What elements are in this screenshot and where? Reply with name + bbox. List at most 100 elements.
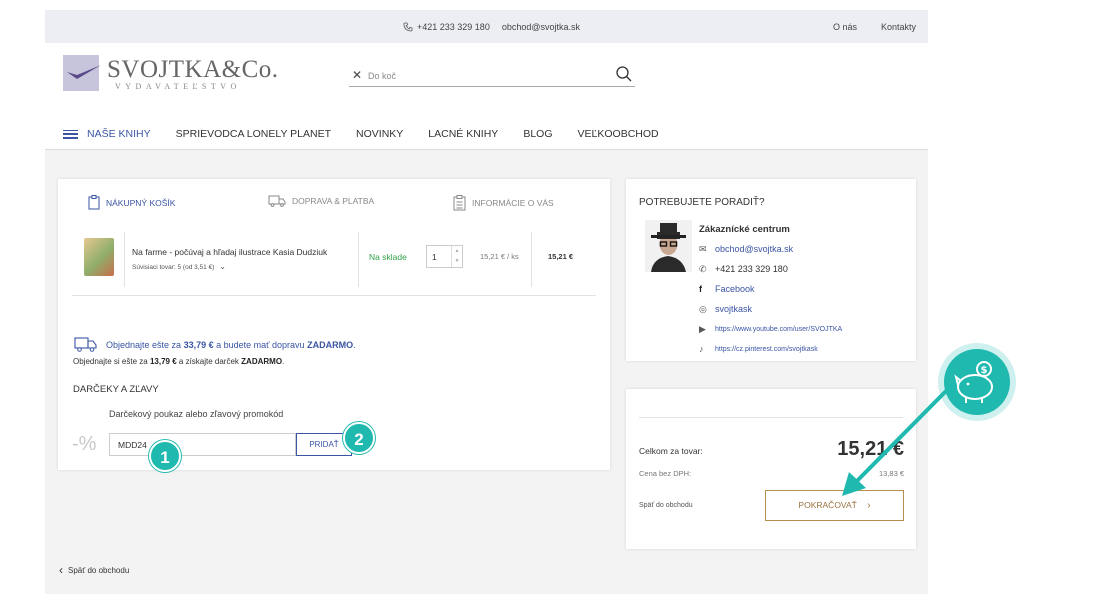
help-phone[interactable]: +421 233 329 180 <box>715 264 788 274</box>
nav-item-blog[interactable]: BLOG <box>523 128 552 140</box>
top-links: O nás Kontakty <box>833 22 916 32</box>
help-card: POTREBUJETE PORADIŤ? Zákaznícké centrum … <box>626 179 916 361</box>
help-instagram-row: ◎ svojtkask <box>699 299 842 319</box>
youtube-link[interactable]: https://www.youtube.com/user/SVOJTKA <box>715 326 842 333</box>
callout-badge-2: 2 <box>343 422 375 454</box>
phone-icon: ✆ <box>699 263 707 274</box>
divider <box>124 232 125 287</box>
search-icon[interactable] <box>615 65 633 83</box>
unit-price: 15,21 € / ks <box>480 252 519 261</box>
main-nav: NAŠE KNIHY SPRIEVODCA LONELY PLANET NOVI… <box>63 128 684 140</box>
search-bar: ✕ Do koč <box>349 65 635 87</box>
logo-text: SVOJTKA&Co. VYDAVATEĽSTVO <box>107 56 279 91</box>
gift-middle: a získajte darček <box>178 357 239 366</box>
facebook-link[interactable]: Facebook <box>715 284 755 294</box>
percent-icon: -% <box>72 433 97 455</box>
clear-search-icon[interactable]: ✕ <box>352 68 362 82</box>
divider <box>72 295 596 296</box>
truck-icon <box>268 195 286 207</box>
divider <box>358 232 359 287</box>
top-contact: +421 233 329 180 obchod@svojtka.sk <box>403 22 580 32</box>
shipping-free: ZADARMO <box>307 339 354 350</box>
divider <box>531 232 532 287</box>
total-label: Celkom za tovar: <box>639 446 703 456</box>
product-thumbnail[interactable] <box>84 238 114 276</box>
clipboard-icon <box>88 195 100 210</box>
step-shipping[interactable]: DOPRAVA & PLATBA <box>268 195 374 207</box>
top-bar: +421 233 329 180 obchod@svojtka.sk O nás… <box>45 10 928 43</box>
shipping-amount: 33,79 € <box>183 339 214 350</box>
step-info-label: INFORMÁCIE O VÁS <box>472 198 554 208</box>
top-phone[interactable]: +421 233 329 180 <box>417 22 490 32</box>
shipping-end: . <box>353 339 356 350</box>
instagram-link[interactable]: svojtkask <box>715 304 752 314</box>
gift-prefix: Objednajte si ešte za <box>73 357 148 366</box>
gift-message: Objednajte si ešte za 13,79 € a získajte… <box>73 357 284 366</box>
gift-free: ZADARMO <box>241 357 283 366</box>
stock-status: Na sklade <box>369 252 407 262</box>
nav-item-lacne-knihy[interactable]: LACNÉ KNIHY <box>428 128 498 140</box>
step-info[interactable]: INFORMÁCIE O VÁS <box>453 195 554 211</box>
chevron-left-icon: ‹ <box>59 563 63 577</box>
back-to-shop-small[interactable]: Späť do obchodu <box>639 502 693 509</box>
search-input[interactable]: Do koč <box>368 71 396 81</box>
help-facebook-row: f Facebook <box>699 279 842 299</box>
related-text: Súvisiaci tovar: 5 (od 3,51 €) <box>132 264 215 271</box>
pinterest-link[interactable]: https://cz.pinterest.com/svojtkask <box>715 346 818 353</box>
nav-item-novinky[interactable]: NOVINKY <box>356 128 403 140</box>
free-shipping-message: Objednajte ešte za 33,79 € a budete mať … <box>74 337 356 352</box>
gift-end: . <box>282 357 285 366</box>
help-pinterest-row: ♪ https://cz.pinterest.com/svojtkask <box>699 339 842 359</box>
product-title[interactable]: Na farme - počúvaj a hľadaj ilustrace Ka… <box>132 247 327 257</box>
cart-card: NÁKUPNÝ KOŠÍK DOPRAVA & PLATBA INFORMÁCI… <box>58 179 610 470</box>
logo[interactable]: SVOJTKA&Co. VYDAVATEĽSTVO <box>63 55 279 91</box>
avatar <box>645 220 692 272</box>
piggy-bank-icon: $ <box>944 349 1010 415</box>
nav-item-velkoobchod[interactable]: VEĽKOOBCHOD <box>578 128 659 140</box>
callout-badge-1: 1 <box>149 440 181 472</box>
nav-item-lonely-planet[interactable]: SPRIEVODCA LONELY PLANET <box>176 128 331 140</box>
logo-name: SVOJTKA&Co. <box>107 55 279 83</box>
step-cart[interactable]: NÁKUPNÝ KOŠÍK <box>88 195 175 210</box>
quantity-arrows[interactable]: ▲ ▼ <box>451 246 462 267</box>
checklist-icon <box>453 195 466 211</box>
back-to-shop-link[interactable]: ‹ Späť do obchodu <box>59 563 129 577</box>
shipping-prefix: Objednajte ešte za <box>106 339 182 350</box>
help-phone-row: ✆ +421 233 329 180 <box>699 259 842 279</box>
menu-icon[interactable] <box>63 129 78 139</box>
step-shipping-label: DOPRAVA & PLATBA <box>292 196 375 206</box>
related-items[interactable]: Súvisiaci tovar: 5 (od 3,51 €) ⌄ <box>132 262 226 271</box>
phone-icon <box>403 22 413 32</box>
gift-amount: 13,79 € <box>149 357 177 366</box>
back-to-shop-label: Späť do obchodu <box>68 565 130 575</box>
help-email-link[interactable]: obchod@svojtka.sk <box>715 244 793 254</box>
shipping-middle: a budete mať dopravu <box>216 339 305 350</box>
top-link-contacts[interactable]: Kontakty <box>881 22 916 32</box>
callout-arrow-icon <box>842 383 954 496</box>
checkout-steps: NÁKUPNÝ KOŠÍK DOPRAVA & PLATBA INFORMÁCI… <box>88 195 588 215</box>
nav-item-nase-knihy[interactable]: NAŠE KNIHY <box>87 128 151 140</box>
mail-icon: ✉ <box>699 243 707 254</box>
help-contacts: Zákaznícké centrum ✉ obchod@svojtka.sk ✆… <box>699 219 842 359</box>
step-cart-label: NÁKUPNÝ KOŠÍK <box>106 197 176 208</box>
promo-code-input[interactable]: MDD24 <box>109 433 296 456</box>
quantity-stepper[interactable]: 1 ▲ ▼ <box>426 245 463 268</box>
facebook-icon: f <box>699 284 702 294</box>
center-name: Zákaznícké centrum <box>699 223 790 235</box>
chevron-down-icon[interactable]: ⌄ <box>219 262 226 271</box>
tiktok-icon: ♪ <box>699 344 704 354</box>
cart-item: Na farme - počúvaj a hľadaj ilustrace Ka… <box>84 232 598 287</box>
discounts-title: DARČEKY A ZĽAVY <box>73 384 159 395</box>
top-link-about[interactable]: O nás <box>833 22 857 32</box>
header: SVOJTKA&Co. VYDAVATEĽSTVO ✕ Do koč NAŠE … <box>45 43 928 150</box>
help-email-row: ✉ obchod@svojtka.sk <box>699 239 842 259</box>
svg-text:$: $ <box>981 365 988 376</box>
top-email[interactable]: obchod@svojtka.sk <box>502 22 580 32</box>
help-title: POTREBUJETE PORADIŤ? <box>639 197 765 208</box>
help-youtube-row: ▶ https://www.youtube.com/user/SVOJTKA <box>699 319 842 339</box>
vat-label: Cena bez DPH: <box>639 469 692 478</box>
delivery-truck-icon <box>74 337 97 352</box>
quantity-value[interactable]: 1 <box>432 252 437 262</box>
item-total: 15,21 € <box>548 252 574 261</box>
voucher-label: Darčekový poukaz alebo zľavový promokód <box>109 409 284 419</box>
